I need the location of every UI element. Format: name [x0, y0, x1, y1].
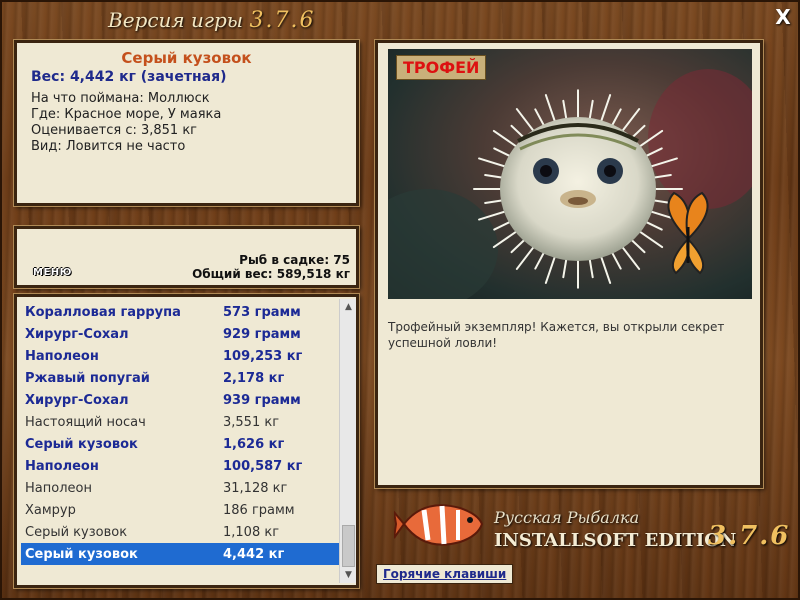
fish-row-name: Наполеон [25, 348, 99, 364]
stats-panel: МЕНЮ Рыб в садке: 75 Общий вес: 589,518 … [14, 226, 359, 288]
fish-row-weight: 1,108 кг [223, 524, 280, 540]
fish-row-weight: 573 грамм [223, 304, 301, 320]
fish-row-weight: 186 грамм [223, 502, 295, 518]
fish-row-name: Коралловая гаррупа [25, 304, 181, 320]
catch-bait: На что поймана: Моллюск [31, 91, 210, 106]
hotkeys-link[interactable]: Горячие клавиши [376, 564, 514, 584]
fish-row-name: Серый кузовок [25, 546, 138, 562]
pufferfish-image [388, 69, 752, 299]
brand-version: 3.7.6 [708, 521, 791, 551]
catch-fish-name: Серый кузовок [121, 49, 252, 67]
brand-line1: Русская Рыбалка [494, 508, 640, 527]
fish-row-weight: 4,442 кг [223, 546, 285, 562]
fish-list-row[interactable]: Наполеон 100,587 кг [21, 455, 339, 477]
trophy-badge: ТРОФЕЙ [396, 55, 487, 80]
fish-list-panel: Коралловая гаррупа 573 грамм Хирург-Сохал 9… [14, 294, 359, 588]
fish-row-name: Хирург-Сохал [25, 392, 129, 408]
fish-list: Коралловая гаррупа 573 грамм Хирург-Сохал 9… [21, 301, 339, 565]
catch-info-panel: Серый кузовок Вес: 4,442 кг (зачетная) Н… [14, 40, 359, 206]
fish-row-weight: 2,178 кг [223, 370, 285, 386]
fish-row-weight: 100,587 кг [223, 458, 303, 474]
fish-row-weight: 109,253 кг [223, 348, 303, 364]
catch-weight: Вес: 4,442 кг (зачетная) [31, 69, 227, 85]
fish-row-name: Настоящий носач [25, 414, 146, 430]
fish-row-weight: 929 грамм [223, 326, 301, 342]
fish-list-row[interactable]: Наполеон 31,128 кг [21, 477, 339, 499]
fish-list-row[interactable]: Хамрур 186 грамм [21, 499, 339, 521]
fish-row-name: Серый кузовок [25, 436, 138, 452]
window-title-text: Версия игры [108, 8, 244, 32]
fish-row-weight: 3,551 кг [223, 414, 280, 430]
fish-photo: ТРОФЕЙ [388, 49, 752, 299]
list-scrollbar[interactable]: ▲ ▼ [339, 299, 356, 583]
fish-list-row[interactable]: Настоящий носач 3,551 кг [21, 411, 339, 433]
fish-list-row[interactable]: Серый кузовок 1,108 кг [21, 521, 339, 543]
trophy-description: Трофейный экземпляр! Кажется, вы открыли… [388, 320, 725, 350]
scroll-up-icon[interactable]: ▲ [340, 299, 357, 315]
total-weight: Общий вес: 589,518 кг [192, 267, 350, 281]
trophy-panel: ТРОФЕЙ Трофейный экземпляр! Кажется, вы … [375, 40, 763, 488]
brand-line2: INSTALLSOFT EDITION [494, 530, 737, 551]
window-title: Версия игры 3.7.6 [108, 8, 315, 33]
fish-row-weight: 939 грамм [223, 392, 301, 408]
fish-row-name: Наполеон [25, 458, 99, 474]
menu-button[interactable]: МЕНЮ [33, 267, 72, 278]
catch-place: Где: Красное море, У маяка [31, 107, 222, 122]
fish-in-net-count: Рыб в садке: 75 [239, 253, 350, 267]
fish-list-row[interactable]: Наполеон 109,253 кг [21, 345, 339, 367]
fish-row-name: Серый кузовок [25, 524, 128, 540]
close-icon[interactable]: X [772, 6, 794, 28]
fish-list-row[interactable]: Хирург-Сохал 929 грамм [21, 323, 339, 345]
fish-row-weight: 31,128 кг [223, 480, 288, 496]
fish-row-name: Хирург-Сохал [25, 326, 129, 342]
scroll-thumb[interactable] [342, 525, 355, 567]
catch-valued-from: Оценивается с: 3,851 кг [31, 123, 198, 138]
brand-fish-logo [392, 494, 486, 560]
fish-list-row[interactable]: Серый кузовок 4,442 кг [21, 543, 339, 565]
fish-row-name: Хамрур [25, 502, 76, 518]
fish-row-weight: 1,626 кг [223, 436, 285, 452]
fish-list-row[interactable]: Серый кузовок 1,626 кг [21, 433, 339, 455]
catch-rarity: Вид: Ловится не часто [31, 139, 186, 154]
fish-list-row[interactable]: Ржавый попугай 2,178 кг [21, 367, 339, 389]
scroll-down-icon[interactable]: ▼ [340, 567, 357, 583]
window-title-version: 3.7.6 [249, 8, 316, 33]
fish-row-name: Наполеон [25, 480, 92, 496]
fish-list-row[interactable]: Хирург-Сохал 939 грамм [21, 389, 339, 411]
fish-list-row[interactable]: Коралловая гаррупа 573 грамм [21, 301, 339, 323]
fish-row-name: Ржавый попугай [25, 370, 150, 386]
